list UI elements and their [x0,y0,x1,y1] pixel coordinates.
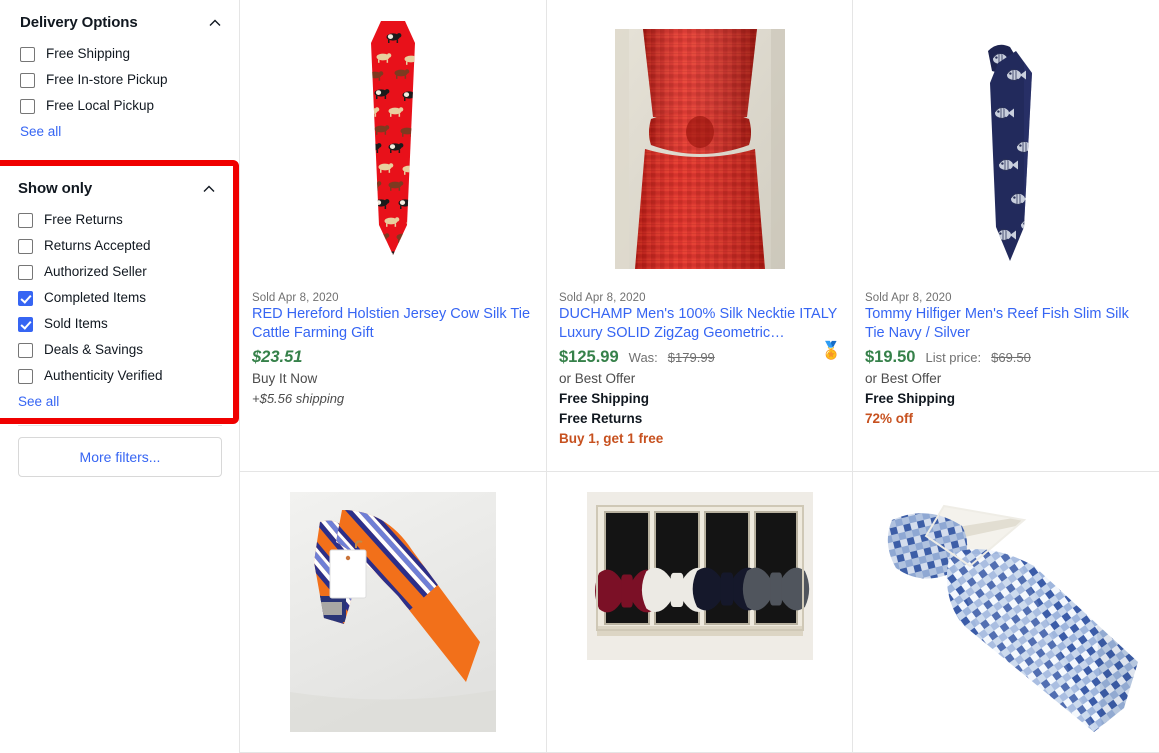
filter-option-label: Authenticity Verified [44,368,163,384]
listing-free-returns: Free Returns [559,411,643,426]
filter-option-deals-and-savings[interactable]: Deals & Savings [14,337,217,363]
listing-card[interactable] [547,472,853,753]
delivery-options-see-all-link[interactable]: See all [16,119,61,145]
listing-best-offer: or Best Offer [865,371,942,386]
listing-image-area[interactable] [240,472,546,752]
filters-sidebar: Delivery Options Free Shipping Free In-s… [0,0,240,753]
listing-price: $19.50 [865,348,916,366]
show-only-options-list: Free Returns Returns Accepted Authorized… [14,207,217,389]
sold-date: Sold Apr 8, 2020 [559,292,646,304]
top-rated-medal-icon: 🏅 [820,341,842,360]
ebay-search-results-page: Delivery Options Free Shipping Free In-s… [0,0,1159,753]
checkbox-authenticity-verified[interactable] [18,368,33,384]
price-row: $19.50 List price: $69.50 [865,348,1145,367]
filter-option-free-in-store-pickup[interactable]: Free In-store Pickup [16,67,223,93]
checkbox-completed-items[interactable] [18,290,33,306]
more-filters-button[interactable]: More filters... [18,437,222,477]
delivery-options-title: Delivery Options [20,14,138,31]
filter-option-label: Free In-store Pickup [46,72,168,88]
listing-image-area[interactable] [547,472,852,752]
red-knotted-tie-closeup-image[interactable] [614,29,785,269]
checkbox-sold-items[interactable] [18,316,33,332]
delivery-options-header[interactable]: Delivery Options [16,0,223,41]
filter-option-free-local-pickup[interactable]: Free Local Pickup [16,93,223,119]
filter-group-delivery-options: Delivery Options Free Shipping Free In-s… [0,0,239,145]
orange-striped-tie-image[interactable] [290,492,496,732]
checkbox-returns-accepted[interactable] [18,238,33,254]
listing-info: Sold Apr 8, 2020 Tommy Hilfiger Men's Re… [853,292,1159,429]
listing-title-link[interactable]: Tommy Hilfiger Men's Reef Fish Slim Silk… [865,305,1145,343]
list-price-value: $69.50 [991,350,1031,365]
navy-fish-print-tie-image[interactable] [936,13,1076,285]
listing-image-area[interactable] [240,0,546,292]
filter-option-label: Returns Accepted [44,238,151,254]
chevron-up-icon[interactable] [201,181,217,197]
checkbox-free-local-pickup[interactable] [20,98,35,114]
show-only-highlight-box: Show only Free Returns Returns Accepted … [0,160,239,424]
blue-checkered-tie-image[interactable] [866,492,1146,732]
checkbox-free-shipping[interactable] [20,46,35,62]
listing-info: Sold Apr 8, 2020 DUCHAMP Men's 100% Silk… [547,292,852,449]
filter-option-label: Free Local Pickup [46,98,155,114]
listing-discount-percent: 72% off [865,411,914,426]
sidebar-divider [18,425,222,426]
filter-option-authenticity-verified[interactable]: Authenticity Verified [14,363,217,389]
chevron-up-icon[interactable] [207,15,223,31]
more-filters-wrapper: More filters... [0,437,240,477]
filter-group-show-only: Show only Free Returns Returns Accepted … [0,166,233,415]
filter-option-free-shipping[interactable]: Free Shipping [16,41,223,67]
list-price-label: List price: [925,350,982,365]
filter-option-label: Free Returns [44,212,123,228]
listing-card[interactable]: Sold Apr 8, 2020 DUCHAMP Men's 100% Silk… [547,0,853,472]
delivery-options-list: Free Shipping Free In-store Pickup Free … [16,41,223,119]
filter-option-label: Authorized Seller [44,264,147,280]
search-results-grid: Sold Apr 8, 2020 RED Hereford Holstien J… [240,0,1159,753]
filter-option-label: Free Shipping [46,46,131,62]
price-row: $23.51 [252,348,532,367]
listing-price: $23.51 [252,348,303,366]
listing-card[interactable]: Sold Apr 8, 2020 Tommy Hilfiger Men's Re… [853,0,1159,472]
price-row: $125.99 Was: $179.99 🏅 [559,342,842,367]
listing-price: $125.99 [559,348,619,366]
show-only-see-all-link[interactable]: See all [14,389,59,415]
filter-option-authorized-seller[interactable]: Authorized Seller [14,259,217,285]
sold-date: Sold Apr 8, 2020 [252,292,339,304]
listing-title-link[interactable]: DUCHAMP Men's 100% Silk Necktie ITALY Lu… [559,305,838,343]
listing-card[interactable]: Sold Apr 8, 2020 RED Hereford Holstien J… [240,0,547,472]
listing-best-offer: or Best Offer [559,371,636,386]
listing-free-shipping: Free Shipping [865,391,956,406]
was-price-value: $179.99 [667,350,715,365]
filter-option-completed-items[interactable]: Completed Items [14,285,217,311]
listing-image-area[interactable] [853,0,1159,292]
listing-image-area[interactable] [853,472,1159,752]
bow-tie-gift-box-set-image[interactable] [586,492,813,660]
sold-date: Sold Apr 8, 2020 [865,292,952,304]
filter-option-label: Completed Items [44,290,147,306]
filter-option-label: Sold Items [44,316,108,332]
red-cow-print-tie-image[interactable] [319,15,467,283]
listing-shipping-cost: +$5.56 shipping [252,391,345,406]
listing-buying-format: Buy It Now [252,371,318,386]
filter-option-label: Deals & Savings [44,342,144,358]
filter-option-sold-items[interactable]: Sold Items [14,311,217,337]
checkbox-deals-and-savings[interactable] [18,342,33,358]
listing-image-area[interactable] [547,0,852,292]
checkbox-free-in-store-pickup[interactable] [20,72,35,88]
listing-card[interactable] [240,472,547,753]
listing-free-shipping: Free Shipping [559,391,650,406]
filter-option-free-returns[interactable]: Free Returns [14,207,217,233]
checkbox-authorized-seller[interactable] [18,264,33,280]
listing-info: Sold Apr 8, 2020 RED Hereford Holstien J… [240,292,546,409]
was-price-label: Was: [628,350,658,365]
listing-card[interactable] [853,472,1159,753]
show-only-title: Show only [18,180,93,197]
listing-title-link[interactable]: RED Hereford Holstien Jersey Cow Silk Ti… [252,305,532,343]
checkbox-free-returns[interactable] [18,212,33,228]
filter-option-returns-accepted[interactable]: Returns Accepted [14,233,217,259]
show-only-header[interactable]: Show only [14,166,217,207]
listing-promotion: Buy 1, get 1 free [559,431,664,446]
